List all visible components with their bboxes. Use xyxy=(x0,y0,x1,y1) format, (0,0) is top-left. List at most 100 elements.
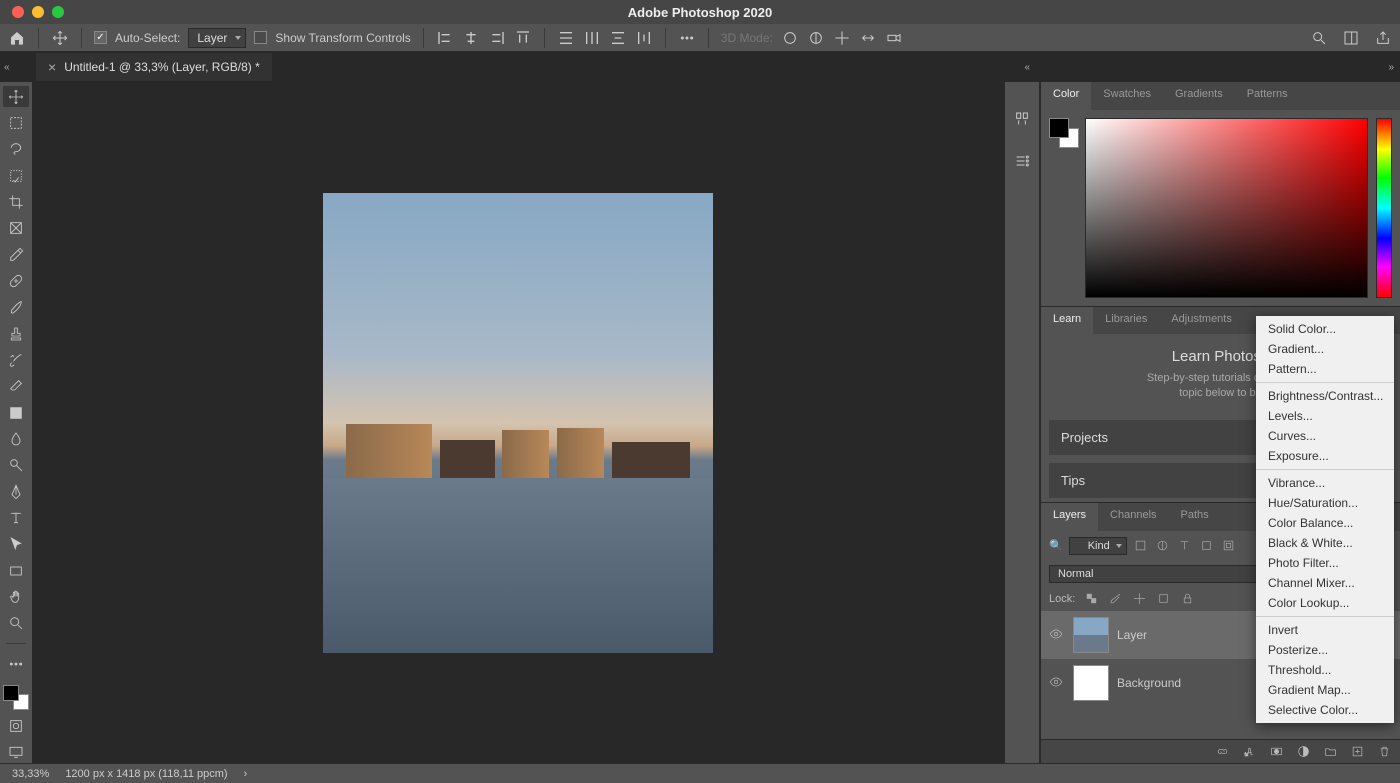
status-chevron-icon[interactable]: › xyxy=(244,768,248,780)
lasso-tool[interactable] xyxy=(3,139,29,160)
lock-all-icon[interactable] xyxy=(1179,591,1195,607)
lock-position-icon[interactable] xyxy=(1131,591,1147,607)
filter-type-icon[interactable] xyxy=(1177,538,1193,554)
eraser-tool[interactable] xyxy=(3,376,29,397)
menu-solid-color[interactable]: Solid Color... xyxy=(1256,319,1394,339)
color-field[interactable] xyxy=(1085,118,1368,298)
move-tool-icon[interactable] xyxy=(51,29,69,47)
layer-mask-icon[interactable] xyxy=(1269,744,1284,759)
menu-black-white[interactable]: Black & White... xyxy=(1256,533,1394,553)
history-brush-tool[interactable] xyxy=(3,349,29,370)
align-left-icon[interactable] xyxy=(436,29,454,47)
menu-brightness-contrast[interactable]: Brightness/Contrast... xyxy=(1256,386,1394,406)
brush-tool[interactable] xyxy=(3,297,29,318)
move-tool[interactable] xyxy=(3,86,29,107)
kind-dropdown[interactable]: Kind xyxy=(1069,537,1127,555)
gradient-tool[interactable] xyxy=(3,402,29,423)
align-right-icon[interactable] xyxy=(488,29,506,47)
menu-vibrance[interactable]: Vibrance... xyxy=(1256,473,1394,493)
filter-smart-icon[interactable] xyxy=(1221,538,1237,554)
pen-tool[interactable] xyxy=(3,481,29,502)
type-tool[interactable] xyxy=(3,507,29,528)
marquee-tool[interactable] xyxy=(3,112,29,133)
minimize-window[interactable] xyxy=(32,6,44,18)
tab-channels[interactable]: Channels xyxy=(1098,503,1168,531)
tab-patterns[interactable]: Patterns xyxy=(1235,82,1300,110)
layer-style-icon[interactable]: fx xyxy=(1242,744,1257,759)
hand-tool[interactable] xyxy=(3,586,29,607)
stamp-tool[interactable] xyxy=(3,323,29,344)
hue-slider[interactable] xyxy=(1376,118,1392,298)
menu-invert[interactable]: Invert xyxy=(1256,620,1394,640)
align-top-icon[interactable] xyxy=(514,29,532,47)
close-tab-icon[interactable]: × xyxy=(48,59,56,75)
link-layers-icon[interactable] xyxy=(1215,744,1230,759)
more-options-icon[interactable] xyxy=(678,29,696,47)
menu-color-lookup[interactable]: Color Lookup... xyxy=(1256,593,1394,613)
menu-levels[interactable]: Levels... xyxy=(1256,406,1394,426)
menu-channel-mixer[interactable]: Channel Mixer... xyxy=(1256,573,1394,593)
workspace-icon[interactable] xyxy=(1342,29,1360,47)
foreground-color[interactable] xyxy=(3,685,19,701)
zoom-level[interactable]: 33,33% xyxy=(12,768,49,780)
layer-name[interactable]: Background xyxy=(1117,676,1181,690)
canvas[interactable] xyxy=(32,82,1004,763)
healing-tool[interactable] xyxy=(3,270,29,291)
collapse-right-icon[interactable]: » xyxy=(1388,62,1394,73)
distribute-top-icon[interactable] xyxy=(557,29,575,47)
menu-threshold[interactable]: Threshold... xyxy=(1256,660,1394,680)
visibility-icon[interactable] xyxy=(1049,627,1065,643)
menu-hue-saturation[interactable]: Hue/Saturation... xyxy=(1256,493,1394,513)
distribute-v-icon[interactable] xyxy=(583,29,601,47)
zoom-tool[interactable] xyxy=(3,613,29,634)
tab-layers[interactable]: Layers xyxy=(1041,503,1098,531)
filter-pixel-icon[interactable] xyxy=(1133,538,1149,554)
blur-tool[interactable] xyxy=(3,428,29,449)
auto-select-checkbox[interactable]: ✓ xyxy=(94,31,107,44)
lock-transparent-icon[interactable] xyxy=(1083,591,1099,607)
menu-gradient-map[interactable]: Gradient Map... xyxy=(1256,680,1394,700)
doc-dimensions[interactable]: 1200 px x 1418 px (118,11 ppcm) xyxy=(65,768,227,780)
frame-tool[interactable] xyxy=(3,218,29,239)
document-tab[interactable]: × Untitled-1 @ 33,3% (Layer, RGB/8) * xyxy=(36,53,272,81)
layer-thumbnail[interactable] xyxy=(1073,665,1109,701)
maximize-window[interactable] xyxy=(52,6,64,18)
rectangle-tool[interactable] xyxy=(3,560,29,581)
quick-mask-tool[interactable] xyxy=(3,715,29,736)
visibility-icon[interactable] xyxy=(1049,675,1065,691)
menu-exposure[interactable]: Exposure... xyxy=(1256,446,1394,466)
distribute-bottom-icon[interactable] xyxy=(609,29,627,47)
eyedropper-tool[interactable] xyxy=(3,244,29,265)
dodge-tool[interactable] xyxy=(3,455,29,476)
adjustment-layer-icon[interactable] xyxy=(1296,744,1311,759)
delete-layer-icon[interactable] xyxy=(1377,744,1392,759)
layer-name[interactable]: Layer xyxy=(1117,628,1147,642)
collapse-left-icon[interactable]: « xyxy=(4,62,10,73)
home-icon[interactable] xyxy=(8,29,26,47)
history-panel-icon[interactable] xyxy=(1013,110,1031,128)
menu-pattern[interactable]: Pattern... xyxy=(1256,359,1394,379)
color-swatch[interactable] xyxy=(1049,118,1077,298)
menu-posterize[interactable]: Posterize... xyxy=(1256,640,1394,660)
transform-checkbox[interactable] xyxy=(254,31,267,44)
tab-paths[interactable]: Paths xyxy=(1169,503,1221,531)
new-layer-icon[interactable] xyxy=(1350,744,1365,759)
crop-tool[interactable] xyxy=(3,191,29,212)
close-window[interactable] xyxy=(12,6,24,18)
group-icon[interactable] xyxy=(1323,744,1338,759)
path-select-tool[interactable] xyxy=(3,534,29,555)
lock-image-icon[interactable] xyxy=(1107,591,1123,607)
share-icon[interactable] xyxy=(1374,29,1392,47)
filter-adjust-icon[interactable] xyxy=(1155,538,1171,554)
tab-swatches[interactable]: Swatches xyxy=(1091,82,1163,110)
tab-adjustments[interactable]: Adjustments xyxy=(1159,307,1244,334)
search-icon[interactable] xyxy=(1310,29,1328,47)
tab-color[interactable]: Color xyxy=(1041,82,1091,110)
align-center-h-icon[interactable] xyxy=(462,29,480,47)
collapse-mid-icon[interactable]: « xyxy=(1024,62,1030,73)
screen-mode-tool[interactable] xyxy=(3,742,29,763)
quick-select-tool[interactable] xyxy=(3,165,29,186)
foreground-background-swatch[interactable] xyxy=(3,685,29,710)
menu-color-balance[interactable]: Color Balance... xyxy=(1256,513,1394,533)
menu-selective-color[interactable]: Selective Color... xyxy=(1256,700,1394,720)
